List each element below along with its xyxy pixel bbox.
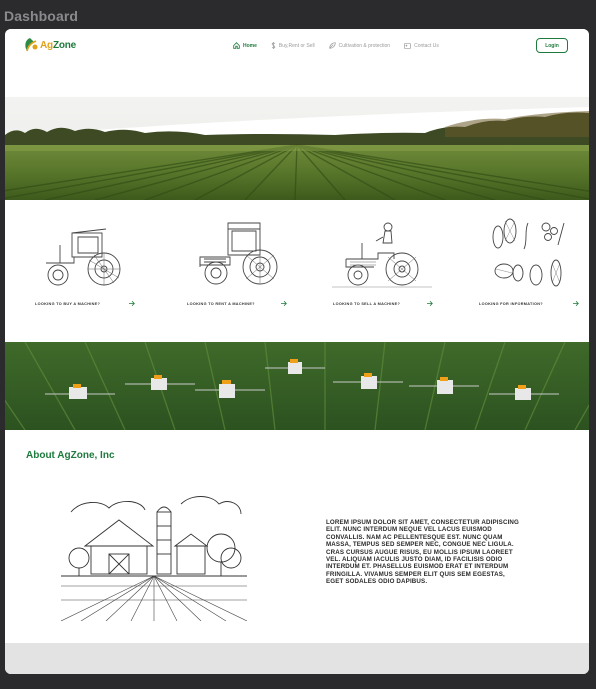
arrow-right-icon xyxy=(129,301,135,306)
crops-sketch-icon xyxy=(492,218,565,287)
nav-item-cultivation[interactable]: Cultivation & protection xyxy=(329,42,390,49)
nav-item-cultivation-label: Cultivation & protection xyxy=(338,42,391,49)
about-body: Lorem ipsum dolor sit amet, consectetur … xyxy=(326,519,520,586)
card-info-link[interactable]: LOOKING FOR INFORMATION? xyxy=(479,301,579,306)
home-icon xyxy=(233,42,240,49)
nav-links: Home Buy,Rent or Sell Cultivation & prot… xyxy=(233,42,453,49)
nav-item-home-label: Home xyxy=(243,42,257,49)
barn-farm-sketch-icon xyxy=(61,496,247,621)
modern-tractor-sketch-icon xyxy=(199,222,278,285)
contact-card-icon xyxy=(404,42,412,49)
card-info-label: LOOKING FOR INFORMATION? xyxy=(479,301,543,306)
machinery-field-banner xyxy=(5,341,589,431)
card-sell-link[interactable]: LOOKING TO SELL A MACHINE? xyxy=(333,301,433,306)
login-button[interactable]: Login xyxy=(536,38,568,53)
dollar-icon xyxy=(271,42,276,49)
logo-text-suffix: Zone xyxy=(52,39,77,51)
arrow-right-icon xyxy=(281,301,287,306)
about-title: About AgZone, Inc xyxy=(26,450,115,461)
logo-text: AgZone xyxy=(40,40,76,51)
service-cards: LOOKING TO BUY A MACHINE? LOOKING TO REN… xyxy=(5,200,589,342)
arrow-right-icon xyxy=(573,301,579,306)
leaf-icon xyxy=(329,42,336,49)
nav-item-contact-label: Contact Us xyxy=(414,42,439,49)
logo-text-prefix: Ag xyxy=(40,39,53,51)
card-rent-link[interactable]: LOOKING TO RENT A MACHINE? xyxy=(187,301,287,306)
browser-frame: AgZone Home Buy,Rent or Sell Cultivation… xyxy=(5,29,589,674)
logo-leaf-icon xyxy=(21,36,39,54)
nav-item-buy-rent-sell-label: Buy,Rent or Sell xyxy=(278,42,315,49)
card-sell-label: LOOKING TO SELL A MACHINE? xyxy=(333,301,401,306)
nav-item-home[interactable]: Home xyxy=(233,42,257,49)
hero-banner xyxy=(5,97,589,201)
top-navbar: AgZone Home Buy,Rent or Sell Cultivation… xyxy=(5,29,589,65)
card-buy-label: LOOKING TO BUY A MACHINE? xyxy=(35,301,101,306)
farmer-on-tractor-sketch-icon xyxy=(332,222,432,288)
nav-item-contact[interactable]: Contact Us xyxy=(404,43,439,49)
card-rent-label: LOOKING TO RENT A MACHINE? xyxy=(187,301,255,306)
card-information[interactable]: LOOKING FOR INFORMATION? xyxy=(455,200,589,342)
vintage-tractor-sketch-icon xyxy=(46,228,121,286)
nav-item-buy-rent-sell[interactable]: Buy,Rent or Sell xyxy=(271,42,315,49)
page-label: Dashboard xyxy=(4,8,79,24)
arrow-right-icon xyxy=(427,301,433,306)
card-rent-machine[interactable]: LOOKING TO RENT A MACHINE? xyxy=(163,200,309,342)
card-buy-machine[interactable]: LOOKING TO BUY A MACHINE? xyxy=(11,200,157,342)
card-buy-link[interactable]: LOOKING TO BUY A MACHINE? xyxy=(35,301,135,306)
footer-bar xyxy=(5,643,589,674)
card-sell-machine[interactable]: LOOKING TO SELL A MACHINE? xyxy=(309,200,455,342)
brand-logo[interactable]: AgZone xyxy=(21,36,76,54)
